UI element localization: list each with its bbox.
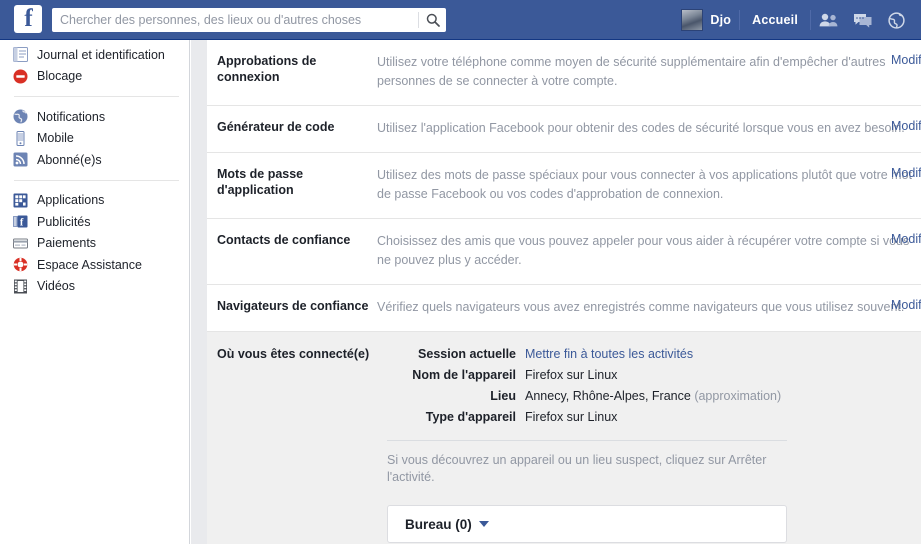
row-description: Utilisez votre téléphone comme moyen de … bbox=[377, 55, 886, 88]
device-group-label: Bureau (0) bbox=[405, 516, 472, 532]
ads-icon: f bbox=[12, 214, 28, 230]
field-label: Type d'appareil bbox=[425, 410, 516, 424]
table-row: Mots de passe d'application Utilisez des… bbox=[207, 153, 921, 219]
sidebar-item-label: Vidéos bbox=[37, 279, 75, 294]
rss-icon bbox=[12, 152, 28, 168]
suspect-activity-note: Si vous découvrez un appareil ou un lieu… bbox=[387, 453, 767, 484]
current-session-label: Session actuelle bbox=[418, 347, 516, 361]
messages-icon bbox=[853, 13, 871, 28]
field-value: Firefox sur Linux bbox=[525, 368, 618, 382]
edit-link[interactable]: Modifier bbox=[891, 298, 921, 312]
session-field-location: Lieu Annecy, Rhône-Alpes, France (approx… bbox=[387, 388, 787, 405]
sidebar-item-videos[interactable]: Vidéos bbox=[0, 276, 189, 298]
friends-icon bbox=[819, 13, 837, 27]
sidebar-separator-1 bbox=[14, 96, 179, 97]
row-title: Approbations de connexion bbox=[217, 54, 317, 84]
row-title: Mots de passe d'application bbox=[217, 167, 304, 197]
search-input[interactable] bbox=[52, 8, 418, 32]
current-session-header: Session actuelle Mettre fin à toutes les… bbox=[387, 346, 787, 363]
sidebar-item-notifications[interactable]: Notifications bbox=[0, 106, 189, 128]
notifications-button[interactable] bbox=[879, 0, 913, 40]
facebook-logo-icon[interactable]: f bbox=[14, 5, 42, 33]
top-navigation-bar: f Djo Accueil bbox=[0, 0, 921, 40]
support-icon bbox=[12, 257, 28, 273]
row-description: Choisissez des amis que vous pouvez appe… bbox=[377, 234, 910, 267]
search-icon bbox=[426, 13, 440, 27]
search-button[interactable] bbox=[419, 8, 446, 32]
header-right-nav: Djo Accueil bbox=[677, 0, 913, 40]
messages-button[interactable] bbox=[845, 0, 879, 40]
device-group-dropdown[interactable]: Bureau (0) bbox=[387, 505, 787, 543]
table-row: Contacts de confiance Choisissez des ami… bbox=[207, 219, 921, 285]
notifications-globe-icon bbox=[887, 11, 905, 29]
home-link[interactable]: Accueil bbox=[740, 0, 810, 40]
sidebar-item-label: Paiements bbox=[37, 236, 97, 251]
mobile-icon bbox=[12, 130, 28, 146]
row-description: Utilisez des mots de passe spéciaux pour… bbox=[377, 168, 913, 201]
sidebar-item-mobile[interactable]: Mobile bbox=[0, 128, 189, 150]
field-label: Nom de l'appareil bbox=[412, 368, 516, 382]
globe-icon bbox=[12, 109, 28, 125]
block-icon bbox=[12, 68, 28, 84]
video-icon bbox=[12, 278, 28, 294]
field-value: Firefox sur Linux bbox=[525, 410, 618, 424]
current-session-details: Session actuelle Mettre fin à toutes les… bbox=[387, 346, 787, 426]
chevron-down-icon bbox=[478, 521, 489, 527]
sidebar-item-label: Abonné(e)s bbox=[37, 152, 102, 167]
sidebar-item-abonnes[interactable]: Abonné(e)s bbox=[0, 149, 189, 171]
payments-icon bbox=[12, 235, 28, 251]
edit-link[interactable]: Modifier bbox=[891, 53, 921, 67]
location-approximation-note: (approximation) bbox=[694, 389, 782, 403]
sidebar-item-assistance[interactable]: Espace Assistance bbox=[0, 254, 189, 276]
edit-link[interactable]: Modifier bbox=[891, 232, 921, 246]
row-title: Contacts de confiance bbox=[217, 233, 351, 247]
profile-name: Djo bbox=[710, 13, 732, 27]
row-description: Vérifiez quels navigateurs vous avez enr… bbox=[377, 300, 905, 314]
field-value: Annecy, Rhône-Alpes, France (approximati… bbox=[525, 388, 781, 405]
location-value: Annecy, Rhône-Alpes, France bbox=[525, 389, 691, 403]
search-bar[interactable] bbox=[52, 8, 446, 32]
sidebar-item-blocage[interactable]: Blocage bbox=[0, 66, 189, 88]
sidebar-item-applications[interactable]: Applications bbox=[0, 190, 189, 212]
sidebar-item-paiements[interactable]: Paiements bbox=[0, 233, 189, 255]
apps-icon bbox=[12, 192, 28, 208]
edit-link[interactable]: Modifier bbox=[891, 119, 921, 133]
row-title: Navigateurs de confiance bbox=[217, 299, 369, 313]
sidebar-separator-2 bbox=[14, 179, 179, 181]
sidebar-item-label: Applications bbox=[37, 193, 105, 208]
settings-panel: Approbations de connexion Utilisez votre… bbox=[207, 40, 921, 544]
active-sessions-section: Où vous êtes connecté(e) Session actuell… bbox=[207, 332, 921, 544]
session-field-device-type: Type d'appareil Firefox sur Linux bbox=[387, 409, 787, 426]
content-gutter bbox=[191, 40, 207, 544]
row-title: Générateur de code bbox=[217, 120, 335, 134]
session-field-device-name: Nom de l'appareil Firefox sur Linux bbox=[387, 367, 787, 384]
left-sidebar: Journal et identification Blocage Notifi… bbox=[0, 40, 190, 544]
sidebar-item-label: Journal et identification bbox=[37, 47, 165, 62]
profile-link[interactable]: Djo bbox=[677, 0, 739, 40]
row-description: Utilisez l'application Facebook pour obt… bbox=[377, 121, 905, 135]
table-row: Approbations de connexion Utilisez votre… bbox=[207, 40, 921, 106]
sidebar-item-label: Blocage bbox=[37, 69, 83, 84]
section-title: Où vous êtes connecté(e) bbox=[217, 347, 370, 361]
friend-requests-button[interactable] bbox=[811, 0, 845, 40]
svg-text:f: f bbox=[19, 218, 23, 229]
sidebar-item-label: Mobile bbox=[37, 131, 74, 146]
table-row: Navigateurs de confiance Vérifiez quels … bbox=[207, 285, 921, 332]
table-row: Générateur de code Utilisez l'applicatio… bbox=[207, 106, 921, 153]
sidebar-item-label: Publicités bbox=[37, 214, 91, 229]
sidebar-item-publicites[interactable]: f Publicités bbox=[0, 211, 189, 233]
end-all-activity-link[interactable]: Mettre fin à toutes les activités bbox=[525, 346, 693, 363]
sidebar-item-journal[interactable]: Journal et identification bbox=[0, 44, 189, 66]
field-label: Lieu bbox=[490, 389, 516, 403]
timeline-icon bbox=[12, 47, 28, 63]
sidebar-item-label: Espace Assistance bbox=[37, 257, 142, 272]
sidebar-item-label: Notifications bbox=[37, 109, 106, 124]
session-divider bbox=[387, 440, 787, 441]
edit-link[interactable]: Modifier bbox=[891, 166, 921, 180]
avatar bbox=[681, 9, 704, 31]
